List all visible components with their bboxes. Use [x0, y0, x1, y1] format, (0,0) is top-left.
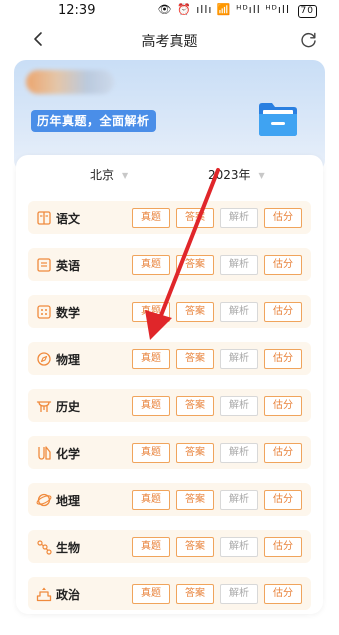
tag-answer[interactable]: 答案 — [176, 208, 214, 228]
status-icons: 👁 ⏰ ıllı 📶 ᴴᴰıll ᴴᴰıll 70 — [158, 3, 317, 18]
subject-row: 语文 真题 答案 解析 估分 — [28, 201, 311, 234]
status-icon-group: 👁 ⏰ ıllı 📶 ᴴᴰıll ᴴᴰıll — [157, 3, 291, 16]
status-bar: 12:39 👁 ⏰ ıllı 📶 ᴴᴰıll ᴴᴰıll 70 — [0, 0, 339, 22]
subject-row: 化学 真题 答案 解析 估分 — [28, 436, 311, 469]
tag-analysis[interactable]: 解析 — [220, 490, 258, 510]
subject-row: 物理 真题 答案 解析 估分 — [28, 342, 311, 375]
status-time: 12:39 — [58, 3, 96, 18]
tag-exam[interactable]: 真题 — [132, 537, 170, 557]
tag-answer[interactable]: 答案 — [176, 584, 214, 604]
subject-row: 政治 真题 答案 解析 估分 — [28, 577, 311, 610]
tag-analysis[interactable]: 解析 — [220, 584, 258, 604]
filter-bar: 北京 ▼ 2023年 ▼ — [16, 155, 323, 195]
tag-analysis[interactable]: 解析 — [220, 349, 258, 369]
tag-exam[interactable]: 真题 — [132, 255, 170, 275]
subject-name: 政治 — [56, 588, 81, 602]
subject-name: 历史 — [56, 400, 81, 414]
flask-icon — [38, 446, 51, 460]
tag-answer[interactable]: 答案 — [176, 396, 214, 416]
tag-score[interactable]: 估分 — [264, 490, 302, 510]
subject-row: 地理 真题 答案 解析 估分 — [28, 483, 311, 516]
subject-row: 数学 真题 答案 解析 估分 — [28, 295, 311, 328]
region-value: 北京 — [90, 168, 115, 182]
subject-name: 生物 — [56, 541, 81, 555]
folder-icon — [259, 103, 297, 136]
tag-exam[interactable]: 真题 — [132, 584, 170, 604]
tag-score[interactable]: 估分 — [264, 443, 302, 463]
tag-exam[interactable]: 真题 — [132, 208, 170, 228]
region-select[interactable]: 北京 ▼ — [90, 166, 128, 183]
subject-name: 英语 — [56, 259, 81, 273]
tag-score[interactable]: 估分 — [264, 255, 302, 275]
tag-exam[interactable]: 真题 — [132, 443, 170, 463]
caret-down-icon: ▼ — [258, 171, 265, 180]
caret-down-icon: ▼ — [122, 171, 129, 180]
tag-answer[interactable]: 答案 — [176, 255, 214, 275]
tag-score[interactable]: 估分 — [264, 584, 302, 604]
tag-exam[interactable]: 真题 — [132, 302, 170, 322]
monument-icon — [36, 401, 52, 412]
subject-name: 地理 — [56, 494, 81, 508]
book-icon — [37, 211, 51, 225]
year-select[interactable]: 2023年 ▼ — [208, 166, 265, 183]
year-value: 2023年 — [208, 168, 251, 182]
tag-analysis[interactable]: 解析 — [220, 255, 258, 275]
subject-card: 北京 ▼ 2023年 ▼ 语文 真题 答案 解析 估分 英语 真题 答案 解析 估分 — [16, 155, 323, 614]
tag-score[interactable]: 估分 — [264, 349, 302, 369]
nav-bar: 高考真题 — [0, 22, 339, 58]
tag-analysis[interactable]: 解析 — [220, 302, 258, 322]
subject-name: 数学 — [56, 306, 81, 320]
tag-answer[interactable]: 答案 — [176, 537, 214, 557]
tag-score[interactable]: 估分 — [264, 208, 302, 228]
tag-analysis[interactable]: 解析 — [220, 396, 258, 416]
podium-icon — [36, 587, 52, 602]
tag-analysis[interactable]: 解析 — [220, 537, 258, 557]
molecule-icon — [37, 540, 52, 555]
tag-analysis[interactable]: 解析 — [220, 443, 258, 463]
subject-row: 生物 真题 答案 解析 估分 — [28, 530, 311, 563]
subject-row: 历史 真题 答案 解析 估分 — [28, 389, 311, 422]
tag-score[interactable]: 估分 — [264, 396, 302, 416]
tag-answer[interactable]: 答案 — [176, 349, 214, 369]
subject-name: 化学 — [56, 447, 81, 461]
subject-name: 物理 — [56, 353, 81, 367]
blurred-avatar — [26, 70, 114, 94]
document-icon — [37, 258, 51, 272]
calculator-icon — [37, 305, 51, 319]
page-title: 高考真题 — [141, 34, 198, 50]
tag-exam[interactable]: 真题 — [132, 490, 170, 510]
compass-icon — [37, 352, 51, 366]
subject-row: 英语 真题 答案 解析 估分 — [28, 248, 311, 281]
tag-answer[interactable]: 答案 — [176, 302, 214, 322]
refresh-icon[interactable] — [299, 30, 319, 50]
tag-analysis[interactable]: 解析 — [220, 208, 258, 228]
globe-icon — [36, 493, 52, 507]
tag-exam[interactable]: 真题 — [132, 396, 170, 416]
tag-answer[interactable]: 答案 — [176, 443, 214, 463]
tag-answer[interactable]: 答案 — [176, 490, 214, 510]
slogan-badge: 历年真题，全面解析 — [31, 110, 156, 132]
battery-icon: 70 — [297, 5, 317, 18]
subject-name: 语文 — [56, 212, 81, 226]
tag-exam[interactable]: 真题 — [132, 349, 170, 369]
tag-score[interactable]: 估分 — [264, 302, 302, 322]
tag-score[interactable]: 估分 — [264, 537, 302, 557]
